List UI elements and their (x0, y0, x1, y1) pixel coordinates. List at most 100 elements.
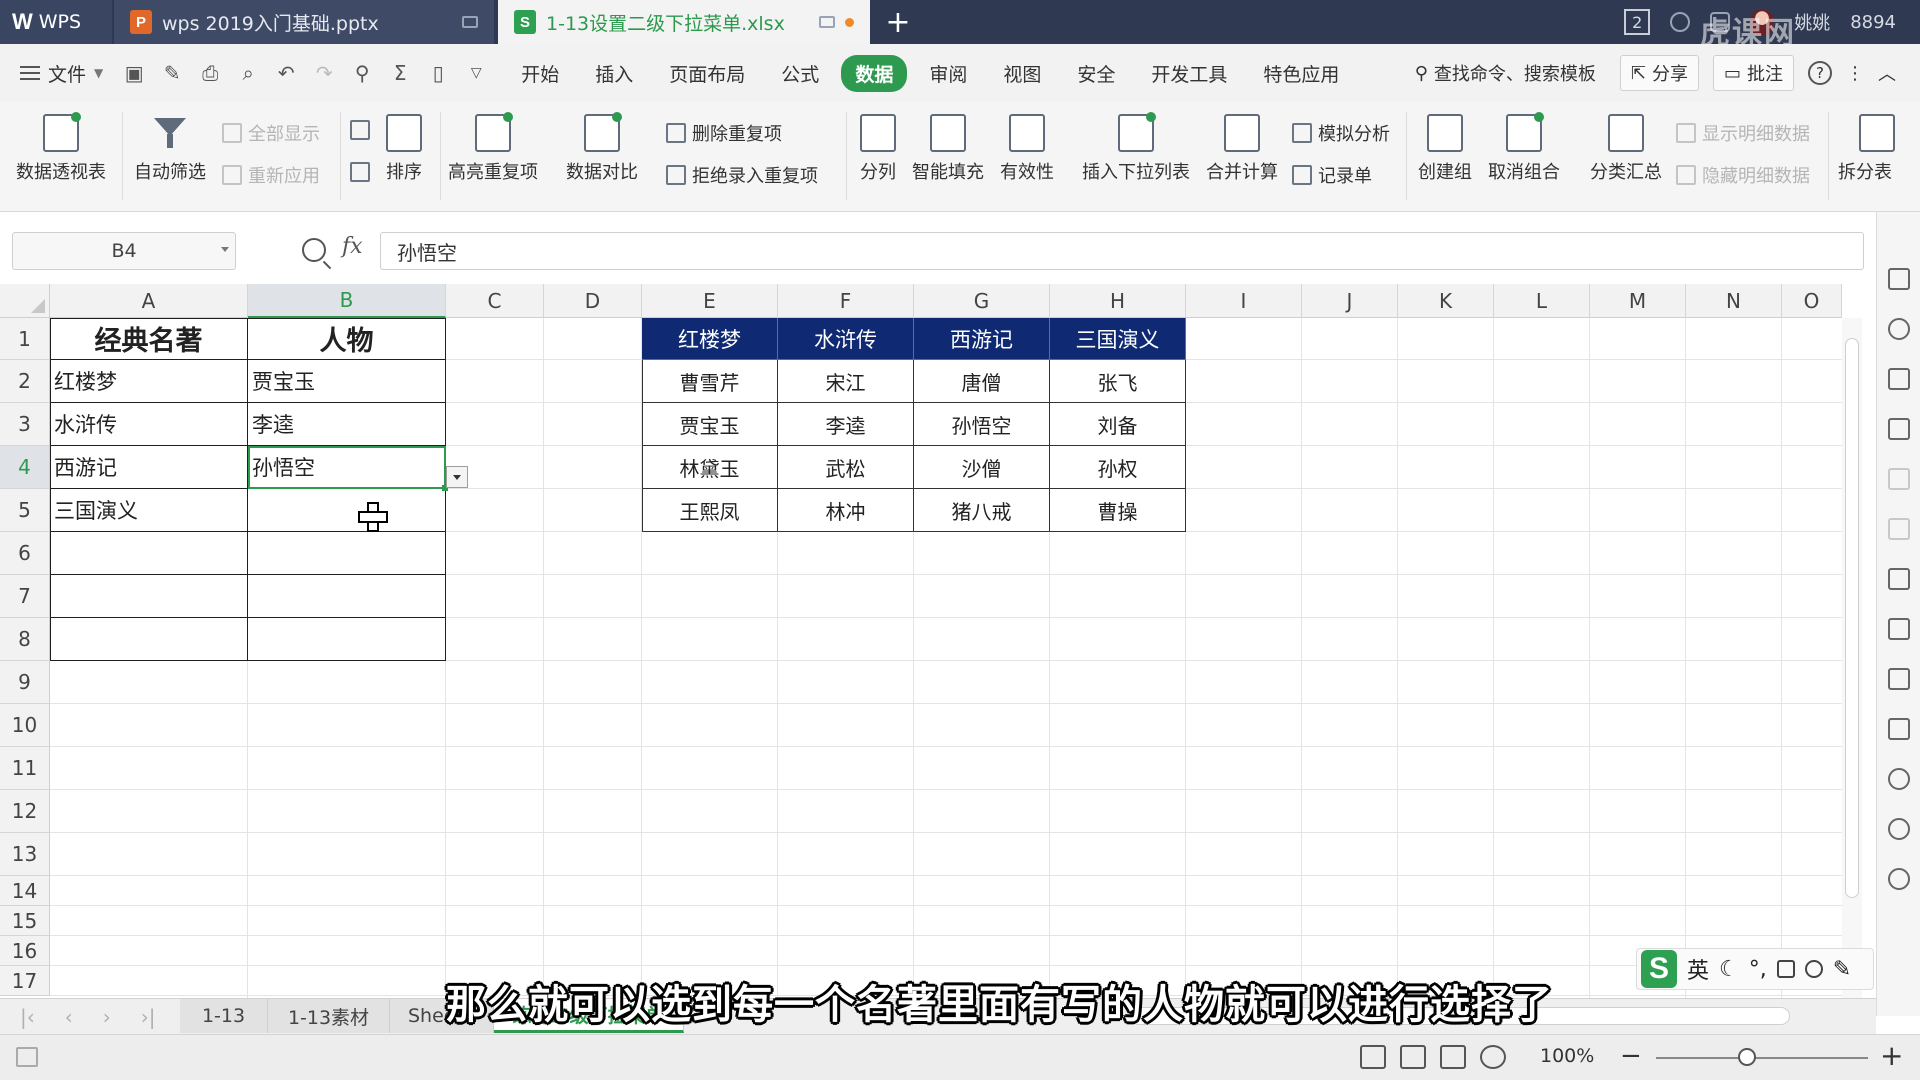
new-doc-icon[interactable]: ▯ (427, 61, 449, 85)
table-cell[interactable]: 孙悟空 (248, 446, 446, 489)
zoom-in-button[interactable]: + (1880, 1039, 1903, 1072)
row-header-14[interactable]: 14 (0, 876, 50, 906)
monitor-icon[interactable] (462, 16, 478, 28)
row-header-13[interactable]: 13 (0, 833, 50, 876)
table-cell[interactable]: 三国演义 (50, 489, 248, 532)
table-header-cell[interactable]: 人物 (248, 318, 446, 360)
row-header-2[interactable]: 2 (0, 360, 50, 403)
row-header-9[interactable]: 9 (0, 661, 50, 704)
sync-icon[interactable] (1670, 12, 1691, 32)
tab-home[interactable]: 开始 (507, 55, 573, 92)
lookup-cell[interactable]: 林冲 (778, 489, 914, 532)
column-header-d[interactable]: D (544, 284, 642, 318)
zoom-out-button[interactable]: − (1620, 1041, 1642, 1071)
prev-sheet-icon[interactable]: ‹ (65, 1005, 73, 1029)
macro-record-icon[interactable] (16, 1047, 38, 1067)
row-header-7[interactable]: 7 (0, 575, 50, 618)
lookup-cell[interactable]: 贾宝玉 (642, 403, 778, 446)
column-header-l[interactable]: L (1494, 284, 1590, 318)
pivot-table-button[interactable]: 数据透视表 (16, 112, 106, 184)
redo-icon[interactable]: ↷ (313, 61, 335, 85)
column-header-e[interactable]: E (642, 284, 778, 318)
export-icon[interactable] (1887, 618, 1910, 640)
row-header-3[interactable]: 3 (0, 403, 50, 446)
row-header-1[interactable]: 1 (0, 318, 50, 360)
format-painter-icon[interactable]: ✎ (161, 61, 183, 85)
sogou-ime-icon[interactable]: S (1641, 950, 1677, 988)
column-header-a[interactable]: A (50, 284, 248, 318)
reapply-button[interactable]: 重新应用 (222, 162, 320, 188)
column-header-k[interactable]: K (1398, 284, 1494, 318)
chevron-down-icon[interactable] (221, 247, 229, 252)
sheet-tab-1-13-material[interactable]: 1-13素材 (268, 999, 390, 1033)
column-header-o[interactable]: O (1782, 284, 1842, 318)
table-cell[interactable]: 水浒传 (50, 403, 248, 446)
history-icon[interactable] (1887, 818, 1910, 840)
lookup-cell[interactable]: 猪八戒 (914, 489, 1050, 532)
column-header-j[interactable]: J (1302, 284, 1398, 318)
window-count-badge[interactable]: 2 (1624, 9, 1651, 35)
user-icon[interactable] (1804, 960, 1823, 978)
table-cell[interactable]: 李逵 (248, 403, 446, 446)
table-cell[interactable] (50, 618, 248, 661)
lookup-cell[interactable]: 孙悟空 (914, 403, 1050, 446)
column-header-h[interactable]: H (1050, 284, 1186, 318)
sheet-tab-1-13[interactable]: 1-13 (180, 999, 268, 1033)
tab-developer[interactable]: 开发工具 (1137, 55, 1241, 92)
reject-duplicates-button[interactable]: 拒绝录入重复项 (666, 162, 818, 188)
table-cell[interactable]: 贾宝玉 (248, 360, 446, 403)
lookup-cell[interactable]: 张飞 (1050, 360, 1186, 403)
row-header-15[interactable]: 15 (0, 906, 50, 936)
subtotal-button[interactable]: 分类汇总 (1590, 114, 1662, 184)
lookup-cell[interactable]: 林黛玉 (642, 446, 778, 489)
save-icon[interactable]: ▣ (123, 61, 145, 85)
lookup-header-cell[interactable]: 红楼梦 (642, 318, 778, 360)
eye-protection-icon[interactable] (1480, 1045, 1506, 1069)
print-preview-icon[interactable]: ⌕ (237, 61, 259, 85)
hide-detail-button[interactable]: 隐藏明细数据 (1676, 162, 1810, 188)
table-cell[interactable] (248, 489, 446, 532)
command-search[interactable]: ⚲ 查找命令、搜索模板 (1415, 60, 1596, 86)
first-sheet-icon[interactable]: |‹ (20, 1005, 35, 1029)
lookup-cell[interactable]: 刘备 (1050, 403, 1186, 446)
find-icon[interactable]: ⚲ (351, 61, 373, 85)
table-cell[interactable] (248, 575, 446, 618)
shapes-icon[interactable] (1887, 318, 1910, 340)
tab-review[interactable]: 审阅 (915, 55, 981, 92)
gallery-icon[interactable] (1887, 568, 1910, 590)
column-header-n[interactable]: N (1686, 284, 1782, 318)
zoom-level[interactable]: 100% (1540, 1045, 1594, 1067)
lookup-cell[interactable]: 曹操 (1050, 489, 1186, 532)
tab-page-layout[interactable]: 页面布局 (655, 55, 759, 92)
wps-home-tab[interactable]: W WPS (0, 0, 112, 44)
filter-panel-icon[interactable] (1887, 468, 1910, 490)
lookup-cell[interactable]: 宋江 (778, 360, 914, 403)
row-header-10[interactable]: 10 (0, 704, 50, 747)
comment-button[interactable]: ▭ 批注 (1712, 55, 1794, 91)
share-button[interactable]: ⇱ 分享 (1619, 55, 1699, 91)
lookup-cell[interactable]: 唐僧 (914, 360, 1050, 403)
ungroup-button[interactable]: 取消组合 (1488, 112, 1560, 184)
table-icon[interactable] (1887, 418, 1910, 440)
customize-icon[interactable]: ▽ (465, 65, 487, 81)
ime-language[interactable]: 英 (1687, 953, 1709, 985)
next-sheet-icon[interactable]: › (103, 1005, 111, 1029)
archive-icon[interactable] (1887, 668, 1910, 690)
table-cell[interactable] (50, 575, 248, 618)
page-layout-view-icon[interactable] (1440, 1045, 1466, 1069)
half-width-icon[interactable]: ☾ (1719, 957, 1739, 982)
sort-panel-icon[interactable] (1887, 518, 1910, 540)
insert-dropdown-button[interactable]: 插入下拉列表 (1082, 112, 1190, 184)
smart-fill-button[interactable]: 智能填充 (912, 114, 984, 184)
lookup-cell[interactable]: 武松 (778, 446, 914, 489)
last-sheet-icon[interactable]: ›| (141, 1005, 156, 1029)
zoom-slider[interactable] (1656, 1057, 1868, 1059)
lookup-header-cell[interactable]: 水浒传 (778, 318, 914, 360)
show-all-button[interactable]: 全部显示 (222, 120, 320, 146)
remove-duplicates-button[interactable]: 删除重复项 (666, 120, 782, 146)
table-header-cell[interactable]: 经典名著 (50, 318, 248, 360)
sort-desc-button[interactable] (350, 162, 370, 182)
data-compare-button[interactable]: 数据对比 (566, 112, 638, 184)
tab-special[interactable]: 特色应用 (1249, 55, 1353, 92)
more-icon[interactable]: ⋮ (1846, 63, 1864, 84)
